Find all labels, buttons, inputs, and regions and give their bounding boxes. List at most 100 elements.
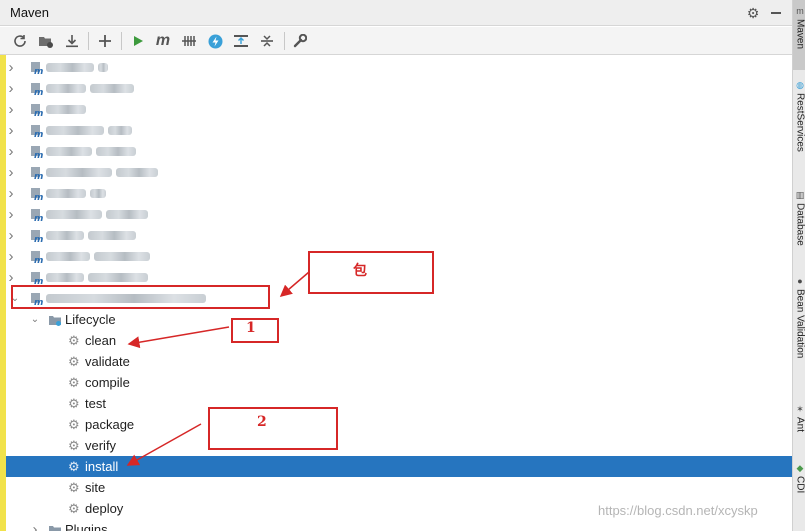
plus-icon[interactable] [94,30,116,52]
project-row-obscured[interactable]: › m [0,99,792,120]
chevron-down-icon[interactable]: ⌄ [30,314,40,325]
svg-text:m: m [34,256,43,264]
chevron-right-icon[interactable]: › [30,521,40,531]
obscured-project-name [106,210,148,219]
maven-m-icon[interactable]: m [152,30,174,52]
maven-toolbar: m [0,27,792,55]
project-row-obscured[interactable]: › m [0,78,792,99]
lifecycle-phase-site[interactable]: ⚙ site [0,477,792,498]
obscured-project-name [90,189,106,198]
phase-label: install [85,459,119,474]
stripe-tab-label: Maven [794,19,805,50]
tool-window-stripe: m Maven ◍ RestServices ▥ Database ● Bean Valida… [792,0,805,531]
diagram-icon[interactable] [230,30,252,52]
refresh-icon[interactable] [9,30,31,52]
project-row-obscured[interactable]: › m [0,120,792,141]
database-icon: ▥ [795,190,805,200]
chevron-right-icon[interactable]: › [6,185,16,202]
watermark: https://blog.csdn.net/xcyskp [598,503,758,518]
gear-icon: ⚙ [68,375,80,390]
obscured-project-name [108,126,132,135]
minimize-icon[interactable] [767,4,785,22]
maven-module-icon: m [30,103,44,119]
chevron-right-icon[interactable]: › [6,206,16,223]
offline-icon[interactable] [178,30,200,52]
folder-icon [48,523,62,531]
obscured-project-name [46,273,84,282]
gear-icon: ⚙ [68,459,80,474]
lifecycle-phase-verify[interactable]: ⚙ verify [0,435,792,456]
gear-icon: ⚙ [68,396,80,411]
phase-label: validate [85,354,130,369]
project-row-obscured[interactable]: › m [0,162,792,183]
stripe-tab-label: CDI [794,476,805,494]
project-row-obscured[interactable]: › m [0,204,792,225]
project-row-obscured[interactable]: › m [0,225,792,246]
stripe-tab-cdi[interactable]: ◆ CDI [794,463,805,493]
lightning-icon[interactable] [204,30,226,52]
plugins-label: Plugins [65,522,108,531]
window-title: Maven [10,5,50,20]
project-row-obscured[interactable]: › m [0,141,792,162]
toolbar-separator [284,32,285,50]
maven-icon: m [796,6,804,16]
obscured-project-name [96,147,136,156]
maven-module-icon: m [30,166,44,182]
folder-gear-icon[interactable] [35,30,57,52]
lifecycle-phase-package[interactable]: ⚙ package [0,414,792,435]
stripe-tab-bean-validation[interactable]: ● Bean Validation [794,276,805,358]
annotation-box-two [208,407,338,450]
collapse-icon[interactable] [256,30,278,52]
chevron-right-icon[interactable]: › [6,269,16,286]
chevron-right-icon[interactable]: › [6,227,16,244]
chevron-right-icon[interactable]: › [6,80,16,97]
stripe-tab-database[interactable]: ▥ Database [794,190,805,246]
lifecycle-node[interactable]: ⌄ Lifecycle [0,309,792,330]
annotation-box-bao [308,251,434,294]
project-row-obscured[interactable]: › m [0,57,792,78]
obscured-project-name [88,273,148,282]
chevron-right-icon[interactable]: › [6,122,16,139]
obscured-project-name [46,189,86,198]
stripe-tab-label: Database [794,203,805,246]
toolbar-separator [88,32,89,50]
maven-module-icon: m [30,208,44,224]
svg-text:m: m [34,277,43,285]
annotation-text-two: 2 [257,414,267,430]
plugins-node[interactable]: › Plugins [0,519,792,531]
lifecycle-phase-compile[interactable]: ⚙ compile [0,372,792,393]
cdi-icon: ◆ [796,463,804,473]
stripe-tab-label: RestServices [794,93,805,152]
play-icon[interactable] [127,30,149,52]
wrench-icon[interactable] [289,30,311,52]
lifecycle-phase-test[interactable]: ⚙ test [0,393,792,414]
maven-tool-window: Maven ⚙ m › m › m › m › m › m › m › m › … [0,0,805,531]
lifecycle-phase-install[interactable]: ⚙ install [0,456,792,477]
chevron-right-icon[interactable]: › [6,143,16,160]
gear-icon[interactable]: ⚙ [744,4,762,22]
chevron-right-icon[interactable]: › [6,164,16,181]
download-icon[interactable] [61,30,83,52]
obscured-project-name [46,84,86,93]
phase-label: deploy [85,501,124,516]
chevron-right-icon[interactable]: › [6,59,16,76]
globe-icon: ◍ [796,80,804,90]
lifecycle-phase-clean[interactable]: ⚙ clean [0,330,792,351]
ant-icon: ✶ [796,404,804,414]
obscured-project-name [46,63,94,72]
gutter-strip [0,55,6,531]
obscured-project-name [94,252,150,261]
obscured-project-name [116,168,158,177]
stripe-tab-restservices[interactable]: ◍ RestServices [794,80,805,152]
chevron-right-icon[interactable]: › [6,101,16,118]
project-row-obscured[interactable]: › m [0,183,792,204]
lifecycle-phase-validate[interactable]: ⚙ validate [0,351,792,372]
stripe-tab-ant[interactable]: ✶ Ant [794,404,805,432]
svg-text:m: m [34,151,43,159]
maven-module-icon: m [30,187,44,203]
chevron-right-icon[interactable]: › [6,248,16,265]
toolbar-separator [121,32,122,50]
obscured-project-name [46,252,90,261]
stripe-tab-maven[interactable]: m Maven [794,6,805,49]
obscured-project-name [88,231,136,240]
